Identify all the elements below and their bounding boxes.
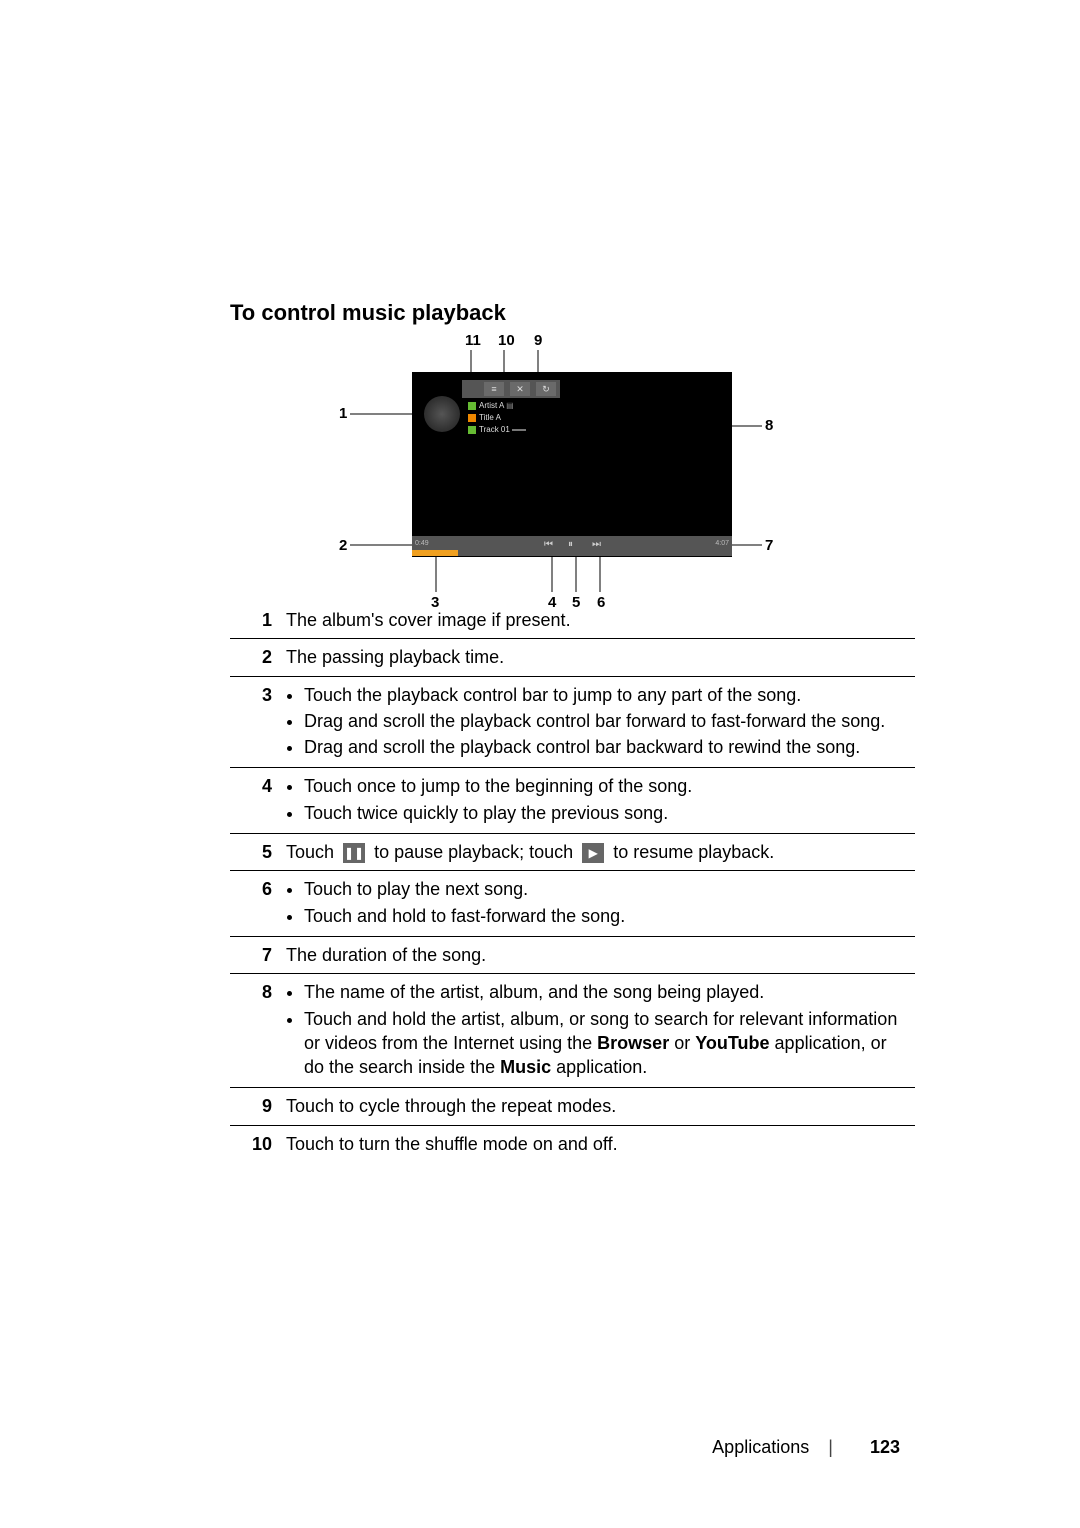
next-icon[interactable]: ⏭ <box>592 539 601 550</box>
list-item: Drag and scroll the playback control bar… <box>304 735 909 759</box>
table-row: 4 Touch once to jump to the beginning of… <box>230 768 915 834</box>
title-label: Title A <box>479 413 501 422</box>
pause-inline-icon: ❚❚ <box>343 843 365 863</box>
repeat-icon[interactable]: ↻ <box>536 382 556 396</box>
footer-section: Applications <box>712 1437 809 1457</box>
list-item: Drag and scroll the playback control bar… <box>304 709 909 733</box>
playlist-icon[interactable]: ≡ <box>484 382 504 396</box>
table-row: 5 Touch ❚❚ to pause playback; touch ▶ to… <box>230 834 915 871</box>
track-label: Track 01 <box>479 425 510 434</box>
music-player-screenshot: ≡ ✕ ↻ Artist A ▤ Title A Track 01 0:49 4… <box>412 372 732 557</box>
table-row: 6 Touch to play the next song. Touch and… <box>230 871 915 937</box>
pause-icon[interactable]: ⏸ <box>568 539 573 550</box>
elapsed-time: 0:49 <box>415 540 429 547</box>
list-item: Touch and hold to fast-forward the song. <box>304 904 909 928</box>
play-inline-icon: ▶ <box>582 843 604 863</box>
prev-icon[interactable]: ⏮ <box>544 539 553 550</box>
playback-progress[interactable] <box>412 550 458 556</box>
page-footer: Applications | 123 <box>712 1437 900 1458</box>
list-item: The name of the artist, album, and the s… <box>304 980 909 1004</box>
artist-label: Artist A <box>479 401 504 410</box>
list-item: Touch and hold the artist, album, or son… <box>304 1007 909 1080</box>
table-row: 8 The name of the artist, album, and the… <box>230 974 915 1088</box>
list-item: Touch once to jump to the beginning of t… <box>304 774 909 798</box>
shuffle-icon[interactable]: ✕ <box>510 382 530 396</box>
page-number: 123 <box>870 1437 900 1457</box>
track-metadata[interactable]: Artist A ▤ Title A Track 01 <box>468 400 526 436</box>
total-time: 4:07 <box>715 540 729 547</box>
list-item: Touch the playback control bar to jump t… <box>304 683 909 707</box>
list-item: Touch to play the next song. <box>304 877 909 901</box>
callout-description-table: 1The album's cover image if present. 2Th… <box>230 602 915 1162</box>
list-item: Touch twice quickly to play the previous… <box>304 801 909 825</box>
table-row: 7The duration of the song. <box>230 936 915 973</box>
table-row: 3 Touch the playback control bar to jump… <box>230 676 915 768</box>
table-row: 9Touch to cycle through the repeat modes… <box>230 1088 915 1125</box>
section-heading: To control music playback <box>230 300 915 326</box>
table-row: 10Touch to turn the shuffle mode on and … <box>230 1125 915 1162</box>
annotated-figure: 11 10 9 1 8 2 7 3 4 5 6 <box>290 332 790 632</box>
album-art <box>424 396 460 432</box>
table-row: 2The passing playback time. <box>230 639 915 676</box>
